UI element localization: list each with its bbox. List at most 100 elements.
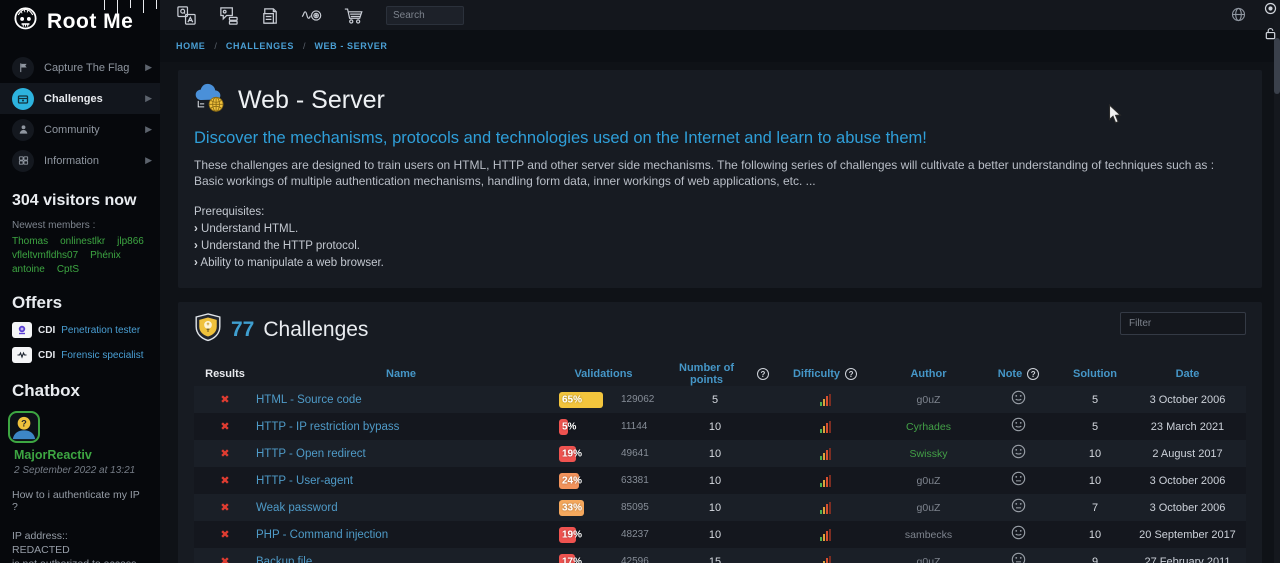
offer-logo-icon: [12, 347, 32, 363]
docs-icon[interactable]: [258, 3, 282, 27]
offer-item: CDI Penetration tester: [0, 313, 160, 338]
page-title: Web - Server: [238, 86, 385, 115]
member-link[interactable]: CptS: [57, 264, 79, 275]
table-row: ✖HTTP - Open redirect19%4964110Swissky10…: [194, 440, 1246, 467]
validation-percent-label: 19%: [562, 529, 582, 540]
shop-cart-icon[interactable]: [342, 3, 366, 27]
validation-count: 129062: [621, 394, 654, 405]
challenge-link[interactable]: HTTP - IP restriction bypass: [256, 421, 399, 433]
validation-percent-badge: 19%: [559, 446, 611, 462]
topbar: [160, 0, 1280, 30]
author-link[interactable]: g0uZ: [917, 394, 941, 406]
help-icon[interactable]: ?: [757, 368, 769, 380]
forum-icon[interactable]: [216, 3, 240, 27]
offer-link[interactable]: Forensic specialist: [61, 350, 143, 361]
help-icon[interactable]: ?: [1027, 368, 1039, 380]
member-link[interactable]: onlinestlkr: [60, 236, 105, 247]
challenge-link[interactable]: HTTP - User-agent: [256, 475, 353, 487]
difficulty-icon: [820, 421, 831, 433]
author-link[interactable]: g0uZ: [917, 556, 941, 563]
author-link[interactable]: g0uZ: [917, 475, 941, 487]
challenge-link[interactable]: HTTP - Open redirect: [256, 448, 366, 460]
breadcrumb-separator: /: [303, 41, 306, 51]
validation-count: 63381: [621, 475, 649, 486]
member-link[interactable]: antoine: [12, 264, 45, 275]
filter-input[interactable]: [1120, 312, 1246, 335]
search-input[interactable]: [386, 6, 464, 25]
points-value: 10: [661, 448, 769, 460]
main-area: HOME / CHALLENGES / WEB - SERVER: [160, 0, 1280, 563]
svg-text:?: ?: [21, 419, 27, 429]
member-link[interactable]: jlp866: [117, 236, 144, 247]
author-link[interactable]: g0uZ: [917, 502, 941, 514]
breadcrumb-web-server[interactable]: WEB - SERVER: [314, 41, 387, 51]
chat-username-link[interactable]: MajorReactiv: [0, 443, 160, 462]
target-icon[interactable]: [1264, 2, 1277, 20]
lock-icon[interactable]: [1264, 27, 1277, 45]
avatar[interactable]: ?: [8, 411, 40, 443]
validation-percent-badge: 5%: [559, 419, 611, 435]
challenge-link[interactable]: PHP - Command injection: [256, 529, 388, 541]
challenge-date: 23 March 2021: [1129, 421, 1246, 433]
language-globe-icon[interactable]: [1231, 7, 1246, 27]
table-row: ✖Weak password33%8509510g0uZ73 October 2…: [194, 494, 1246, 521]
column-header-solution[interactable]: Solution: [1061, 368, 1129, 380]
challenge-date: 20 September 2017: [1129, 529, 1246, 541]
offer-link[interactable]: Penetration tester: [61, 325, 140, 336]
prerequisite-item: › Understand the HTTP protocol.: [194, 238, 1246, 255]
sidebar-item-community[interactable]: Community ▶: [0, 114, 160, 145]
column-header-author[interactable]: Author: [881, 368, 976, 380]
member-link[interactable]: vfleltvmfldhs07: [12, 250, 78, 261]
sidebar-item-label: Challenges: [44, 93, 103, 105]
chat-line: IP address::: [12, 529, 148, 543]
prerequisites-list: › Understand HTML.› Understand the HTTP …: [194, 221, 1246, 272]
solution-count: 5: [1061, 394, 1129, 406]
sidebar-item-challenges[interactable]: Challenges ▶: [0, 83, 160, 114]
author-link[interactable]: Cyrhades: [906, 421, 951, 433]
challenges-panel: 77 Challenges Results Name Validations N…: [178, 302, 1262, 563]
not-validated-icon: ✖: [220, 393, 229, 406]
sidebar-item-capture-the-flag[interactable]: Capture The Flag ▶: [0, 52, 160, 83]
scrollbar-thumb[interactable]: [1274, 38, 1280, 94]
column-header-date[interactable]: Date: [1129, 368, 1246, 380]
points-value: 10: [661, 529, 769, 541]
column-header-name[interactable]: Name: [256, 368, 546, 380]
chevron-right-icon: ▶: [145, 62, 152, 73]
help-icon[interactable]: ?: [845, 368, 857, 380]
challenge-link[interactable]: HTML - Source code: [256, 394, 362, 406]
points-value: 10: [661, 502, 769, 514]
challenge-link[interactable]: Backup file: [256, 556, 312, 563]
prerequisite-item: › Understand HTML.: [194, 221, 1246, 238]
column-header-difficulty[interactable]: Difficulty ?: [769, 368, 881, 380]
faq-icon[interactable]: [174, 3, 198, 27]
author-link[interactable]: sambecks: [905, 529, 952, 541]
challenge-count: 77: [231, 318, 254, 342]
points-value: 10: [661, 421, 769, 433]
offer-item: CDI Forensic specialist: [0, 338, 160, 363]
column-header-validations[interactable]: Validations: [546, 368, 661, 380]
sidebar-item-information[interactable]: Information ▶: [0, 145, 160, 176]
validation-percent-badge: 17%: [559, 554, 611, 563]
challenges-title: Challenges: [263, 318, 368, 342]
sidebar: Root Me Capture The Flag ▶ Challenges ▶: [0, 0, 160, 563]
offer-contract-type: CDI: [38, 350, 55, 361]
column-header-note[interactable]: Note ?: [976, 368, 1061, 380]
ctf-icon[interactable]: [300, 3, 324, 27]
validation-percent-label: 24%: [562, 475, 582, 486]
author-link[interactable]: Swissky: [910, 448, 948, 460]
member-link[interactable]: Thomas: [12, 236, 48, 247]
breadcrumb-challenges[interactable]: CHALLENGES: [226, 41, 294, 51]
member-link[interactable]: Phénix: [90, 250, 121, 261]
column-header-label: Number of points: [661, 362, 752, 386]
chevron-right-icon: ▶: [145, 124, 152, 135]
edge-icons: [1263, 2, 1277, 45]
column-header-points[interactable]: Number of points ?: [661, 362, 769, 386]
information-icon: [12, 150, 34, 172]
breadcrumb-home[interactable]: HOME: [176, 41, 205, 51]
column-header-results[interactable]: Results: [194, 368, 256, 380]
skull-icon: [12, 6, 39, 38]
sidebar-item-label: Information: [44, 155, 99, 167]
points-value: 5: [661, 394, 769, 406]
challenge-link[interactable]: Weak password: [256, 502, 338, 514]
scrollbar[interactable]: [1274, 0, 1280, 563]
